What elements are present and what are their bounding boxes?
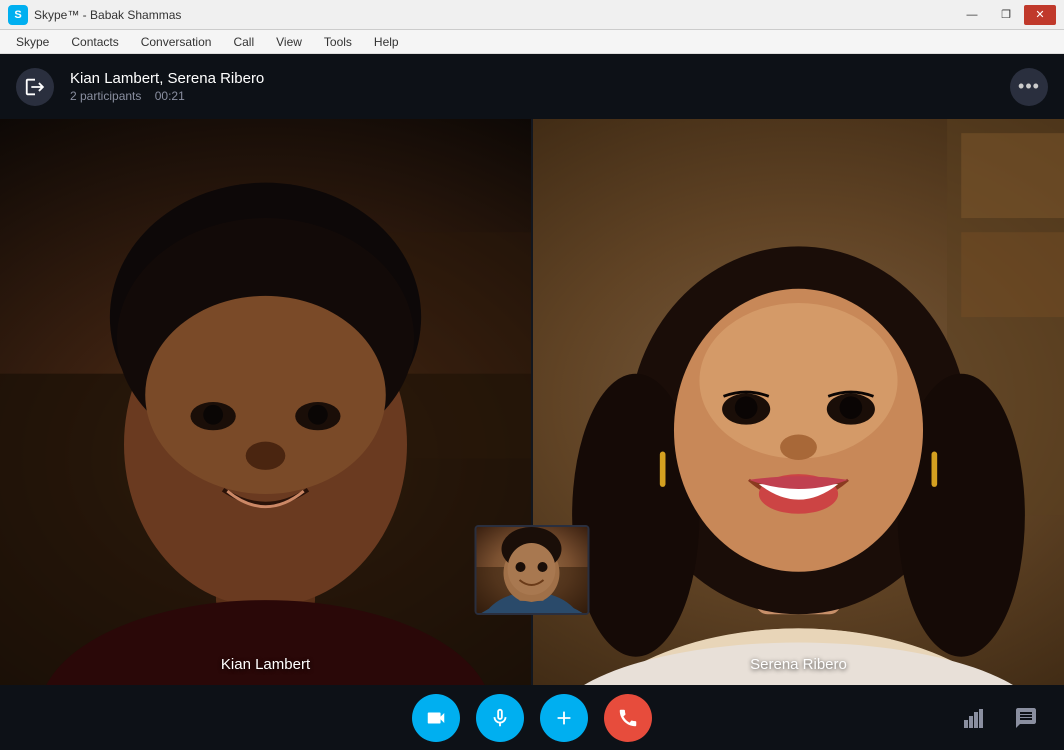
controls-right (958, 700, 1044, 736)
self-view-thumbnail[interactable] (475, 525, 590, 615)
titlebar: S Skype™ - Babak Shammas — ❐ ✕ (0, 0, 1064, 30)
call-duration: 00:21 (155, 89, 185, 103)
chat-icon[interactable] (1008, 700, 1044, 736)
call-topbar: Kian Lambert, Serena Ribero 2 participan… (0, 54, 1064, 119)
add-icon (553, 707, 575, 729)
kian-video-svg (0, 119, 531, 685)
menu-call[interactable]: Call (223, 33, 264, 51)
leave-icon (24, 76, 46, 98)
video-label-serena: Serena Ribero (750, 656, 847, 673)
call-info: Kian Lambert, Serena Ribero 2 participan… (70, 70, 1010, 103)
menu-contacts[interactable]: Contacts (61, 33, 128, 51)
titlebar-title: Skype™ - Babak Shammas (34, 8, 181, 22)
titlebar-controls: — ❐ ✕ (956, 5, 1056, 25)
close-button[interactable]: ✕ (1024, 5, 1056, 25)
add-participant-button[interactable] (540, 694, 588, 742)
titlebar-left: S Skype™ - Babak Shammas (8, 5, 181, 25)
call-controls (0, 685, 1064, 750)
restore-button[interactable]: ❐ (990, 5, 1022, 25)
video-label-kian: Kian Lambert (221, 656, 310, 673)
minimize-button[interactable]: — (956, 5, 988, 25)
mic-toggle-button[interactable] (476, 694, 524, 742)
mic-icon (489, 707, 511, 729)
self-view-container (475, 525, 590, 615)
more-options-button[interactable]: ••• (1010, 68, 1048, 106)
leave-call-button[interactable] (16, 68, 54, 106)
video-toggle-button[interactable] (412, 694, 460, 742)
menubar: Skype Contacts Conversation Call View To… (0, 30, 1064, 54)
video-grid: Kian Lambert (0, 119, 1064, 685)
call-area: Kian Lambert, Serena Ribero 2 participan… (0, 54, 1064, 750)
menu-view[interactable]: View (266, 33, 312, 51)
participants-count: 2 participants (70, 89, 141, 103)
video-panel-2: Serena Ribero (533, 119, 1064, 685)
video-feed-serena (533, 119, 1064, 685)
menu-skype[interactable]: Skype (6, 33, 59, 51)
video-panel-1: Kian Lambert (0, 119, 531, 685)
video-feed-kian (0, 119, 531, 685)
end-call-icon (617, 707, 639, 729)
call-meta: 2 participants 00:21 (70, 89, 1010, 103)
signal-strength-icon (958, 700, 994, 736)
menu-conversation[interactable]: Conversation (131, 33, 222, 51)
menu-tools[interactable]: Tools (314, 33, 362, 51)
call-participants-name: Kian Lambert, Serena Ribero (70, 70, 1010, 87)
self-view-svg (477, 527, 588, 613)
serena-video-svg (533, 119, 1064, 685)
skype-logo: S (8, 5, 28, 25)
video-icon (425, 707, 447, 729)
menu-help[interactable]: Help (364, 33, 409, 51)
end-call-button[interactable] (604, 694, 652, 742)
